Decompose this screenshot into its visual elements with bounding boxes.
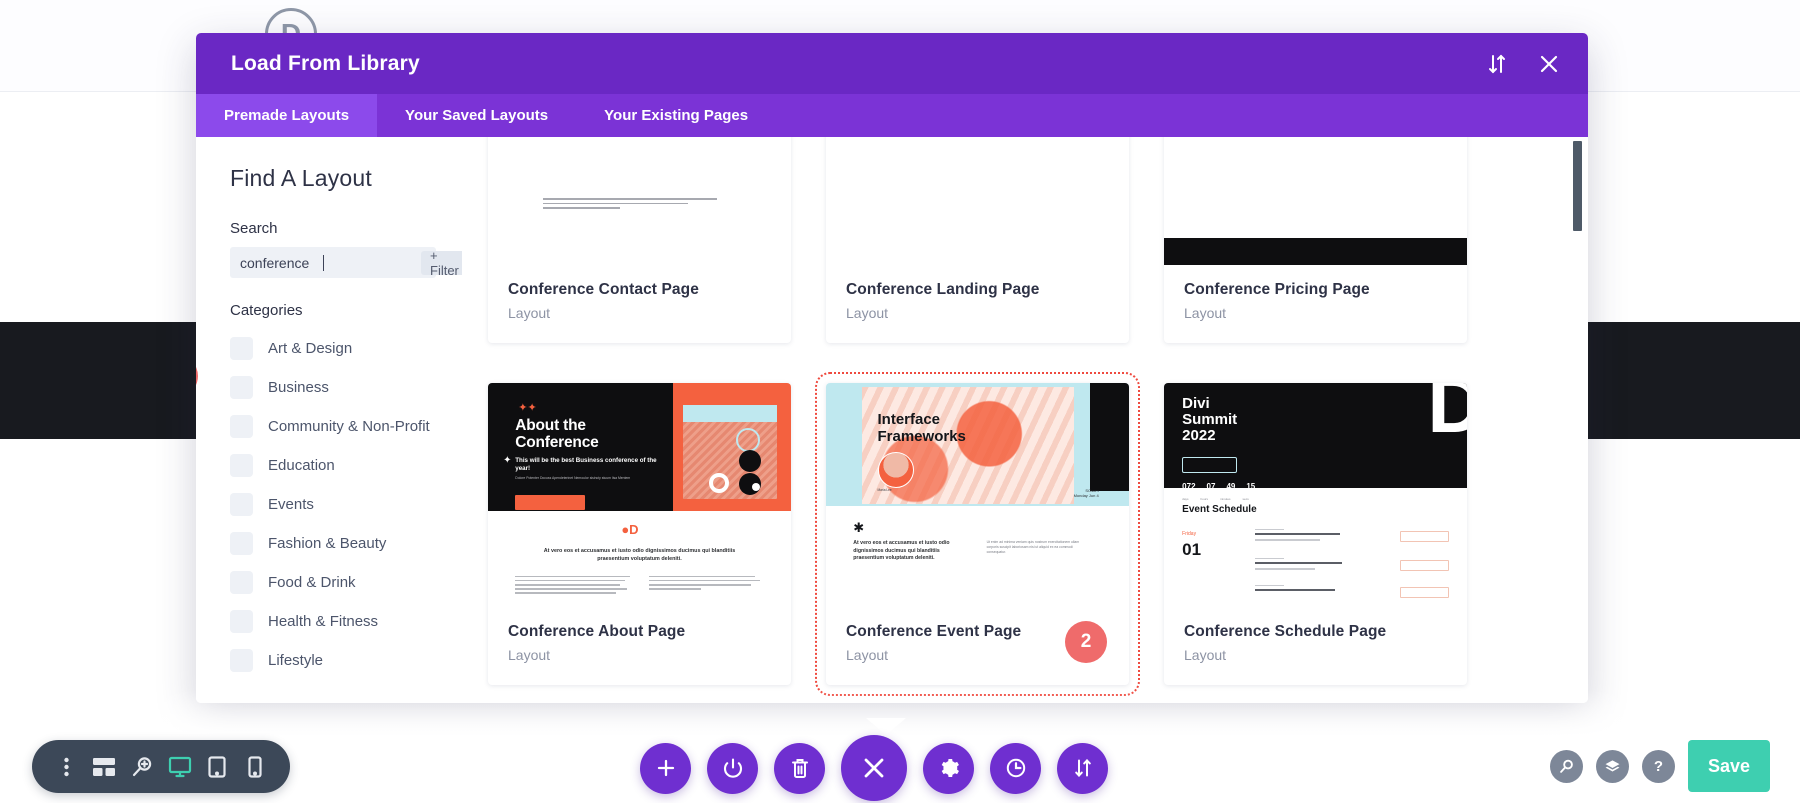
layout-type: Layout	[1184, 305, 1227, 321]
layout-title: Conference About Page	[508, 623, 686, 640]
modal-body: Find A Layout Search + Filter Categories…	[196, 137, 1588, 703]
help-icon[interactable]: ?	[1642, 749, 1675, 783]
more-options-icon[interactable]	[54, 754, 80, 780]
layout-thumbnail: ✦✦ ✦ About the Conference This will be th…	[488, 383, 791, 607]
settings-button[interactable]	[923, 742, 974, 794]
checkbox[interactable]	[230, 415, 253, 438]
close-menu-button[interactable]	[841, 735, 907, 801]
modal-tabs: Premade Layouts Your Saved Layouts Your …	[196, 94, 1588, 137]
modal-title: Load From Library	[231, 51, 420, 75]
layout-thumbnail	[826, 137, 1129, 265]
layout-type: Layout	[846, 305, 889, 321]
step-badge-2: 2	[1065, 621, 1107, 663]
layout-card-conference-about-page[interactable]: ✦✦ ✦ About the Conference This will be th…	[488, 383, 791, 685]
modal-header-actions	[1484, 33, 1562, 94]
results-scrollbar[interactable]	[1573, 137, 1582, 703]
layout-thumbnail: Interface Frameworks Maria Lee SOsum Monda…	[826, 383, 1129, 607]
checkbox[interactable]	[230, 454, 253, 477]
category-item-lifestyle[interactable]: Lifestyle	[230, 641, 462, 680]
checkbox[interactable]	[230, 337, 253, 360]
category-label: Art & Design	[268, 340, 353, 357]
filter-button[interactable]: + Filter	[421, 248, 468, 278]
search-icon[interactable]	[1550, 749, 1583, 783]
category-item-art-design[interactable]: Art & Design	[230, 329, 462, 368]
layout-card-conference-landing-page[interactable]: Conference Landing Page Layout	[826, 137, 1129, 343]
layout-type: Layout	[1184, 647, 1227, 663]
sidebar-title: Find A Layout	[230, 165, 372, 191]
layers-icon[interactable]	[1596, 749, 1629, 783]
modal-header: Load From Library	[196, 33, 1588, 94]
category-label: Community & Non-Profit	[268, 418, 430, 435]
layout-title: Conference Contact Page	[508, 281, 699, 298]
toggle-builder-button[interactable]	[707, 742, 758, 794]
category-label: Food & Drink	[268, 574, 356, 591]
right-toolbar: ? Save	[1550, 740, 1770, 792]
checkbox[interactable]	[230, 649, 253, 672]
portability-button[interactable]	[1057, 742, 1108, 794]
layout-thumbnail	[1164, 137, 1467, 265]
layout-card-conference-pricing-page[interactable]: Conference Pricing Page Layout	[1164, 137, 1467, 343]
search-field-wrapper: + Filter	[230, 247, 468, 278]
layout-card-conference-event-page[interactable]: Interface Frameworks Maria Lee SOsum Monda…	[815, 372, 1140, 696]
category-item-education[interactable]: Education	[230, 446, 462, 485]
phone-view-icon[interactable]	[242, 754, 268, 780]
category-label: Lifestyle	[268, 652, 324, 669]
layout-thumbnail	[488, 137, 791, 265]
step-badge-1: 1	[196, 355, 198, 397]
load-from-library-modal: Load From Library Premade Layouts Your S…	[196, 33, 1588, 703]
tab-your-existing-pages[interactable]: Your Existing Pages	[576, 94, 776, 137]
category-item-events[interactable]: Events	[230, 485, 462, 524]
layout-type: Layout	[508, 647, 551, 663]
layout-title: Conference Pricing Page	[1184, 281, 1370, 298]
results-row-top: Conference Contact Page Layout Conferenc…	[488, 137, 1562, 343]
tab-your-saved-layouts[interactable]: Your Saved Layouts	[377, 94, 576, 137]
layout-card-conference-schedule-page[interactable]: D Divi Summit 2022 072 07 49 15 days hours minu…	[1164, 383, 1467, 685]
add-section-button[interactable]	[640, 742, 691, 794]
category-item-business[interactable]: Business	[230, 368, 462, 407]
layout-title: Conference Schedule Page	[1184, 623, 1387, 640]
category-label: Health & Fitness	[268, 613, 379, 630]
toolbar-pointer	[866, 718, 906, 735]
checkbox[interactable]	[230, 376, 253, 399]
layout-results-grid: Conference Contact Page Layout Conferenc…	[462, 137, 1588, 703]
checkbox[interactable]	[230, 532, 253, 555]
delete-button[interactable]	[774, 742, 825, 794]
category-item-community-non-profit[interactable]: Community & Non-Profit	[230, 407, 462, 446]
categories-label: Categories	[230, 302, 303, 319]
category-item-food-drink[interactable]: Food & Drink	[230, 563, 462, 602]
sort-icon[interactable]	[1484, 51, 1510, 77]
layout-type: Layout	[508, 305, 551, 321]
checkbox[interactable]	[230, 571, 253, 594]
search-input[interactable]	[230, 247, 421, 278]
tablet-view-icon[interactable]	[204, 754, 230, 780]
builder-toolbar	[640, 735, 1108, 801]
filter-sidebar: Find A Layout Search + Filter Categories…	[196, 137, 468, 703]
categories-list: Art & Design Business Community & Non-Pr…	[230, 329, 462, 680]
category-label: Fashion & Beauty	[268, 535, 387, 552]
checkbox[interactable]	[230, 493, 253, 516]
search-label: Search	[230, 220, 278, 237]
category-label: Business	[268, 379, 329, 396]
results-row-middle: ✦✦ ✦ About the Conference This will be th…	[488, 372, 1562, 696]
category-item-health-fitness[interactable]: Health & Fitness	[230, 602, 462, 641]
close-icon[interactable]	[1536, 51, 1562, 77]
history-button[interactable]	[990, 742, 1041, 794]
zoom-icon[interactable]	[129, 754, 155, 780]
save-button[interactable]: Save	[1688, 740, 1770, 792]
category-label: Education	[268, 457, 335, 474]
layout-thumbnail: D Divi Summit 2022 072 07 49 15 days hours minu…	[1164, 383, 1467, 607]
text-caret	[323, 255, 324, 271]
checkbox[interactable]	[230, 610, 253, 633]
category-item-fashion-beauty[interactable]: Fashion & Beauty	[230, 524, 462, 563]
screen: D Load From Library Pre	[0, 0, 1800, 803]
layout-card-conference-contact-page[interactable]: Conference Contact Page Layout	[488, 137, 791, 343]
category-label: Events	[268, 496, 314, 513]
scrollbar-thumb[interactable]	[1573, 141, 1582, 231]
desktop-view-icon[interactable]	[167, 754, 193, 780]
tab-premade-layouts[interactable]: Premade Layouts	[196, 94, 378, 137]
layout-title: Conference Landing Page	[846, 281, 1040, 298]
wireframe-icon[interactable]	[91, 754, 117, 780]
view-mode-toolbar	[32, 740, 290, 793]
